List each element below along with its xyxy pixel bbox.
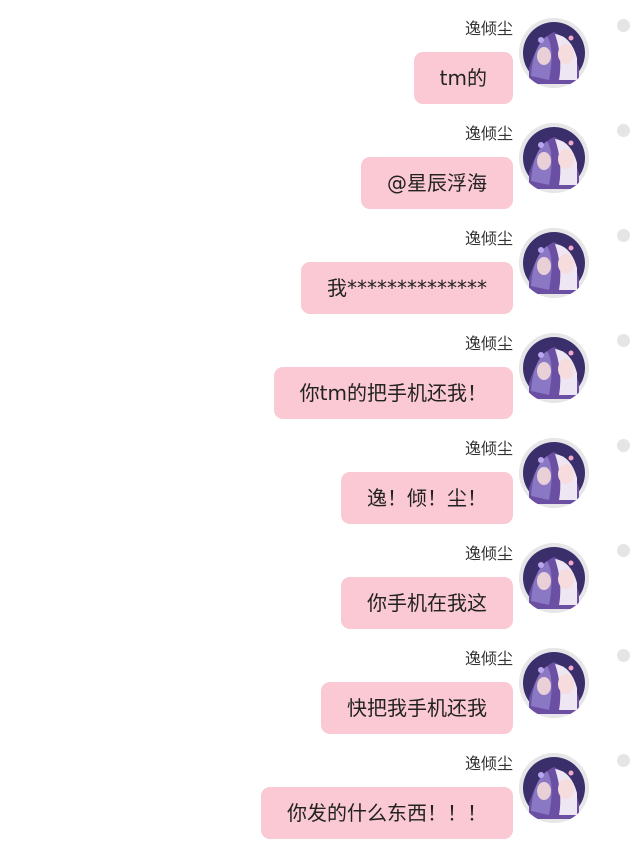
select-checkbox[interactable] xyxy=(617,229,630,242)
anime-avatar-icon[interactable] xyxy=(519,18,589,88)
sender-name: 逸倾尘 xyxy=(464,649,513,668)
chat-message: 逸倾尘 逸！倾！尘！ xyxy=(0,438,640,543)
sender-name: 逸倾尘 xyxy=(464,754,513,773)
sender-name: 逸倾尘 xyxy=(464,334,513,353)
chat-message: 逸倾尘 tm的 xyxy=(0,18,640,123)
select-checkbox[interactable] xyxy=(617,544,630,557)
anime-avatar-icon[interactable] xyxy=(519,228,589,298)
select-checkbox[interactable] xyxy=(617,649,630,662)
sender-name: 逸倾尘 xyxy=(464,229,513,248)
message-bubble[interactable]: 你发的什么东西！！！ xyxy=(261,787,513,839)
sender-name: 逸倾尘 xyxy=(464,544,513,563)
sender-name: 逸倾尘 xyxy=(464,19,513,38)
sender-name: 逸倾尘 xyxy=(464,439,513,458)
anime-avatar-icon[interactable] xyxy=(519,753,589,823)
anime-avatar-icon[interactable] xyxy=(519,123,589,193)
message-bubble[interactable]: 我************** xyxy=(301,262,513,314)
chat-message: 逸倾尘 @星辰浮海 xyxy=(0,123,640,228)
select-checkbox[interactable] xyxy=(617,334,630,347)
message-bubble[interactable]: 快把我手机还我 xyxy=(321,682,513,734)
select-checkbox[interactable] xyxy=(617,19,630,32)
sender-name: 逸倾尘 xyxy=(464,124,513,143)
chat-message: 逸倾尘 我************** xyxy=(0,228,640,333)
select-checkbox[interactable] xyxy=(617,124,630,137)
select-checkbox[interactable] xyxy=(617,754,630,767)
anime-avatar-icon[interactable] xyxy=(519,333,589,403)
anime-avatar-icon[interactable] xyxy=(519,648,589,718)
message-bubble[interactable]: 你tm的把手机还我！ xyxy=(273,367,513,419)
chat-message: 逸倾尘 你tm的把手机还我！ xyxy=(0,333,640,438)
select-checkbox[interactable] xyxy=(617,439,630,452)
message-bubble[interactable]: 逸！倾！尘！ xyxy=(341,472,513,524)
chat-message: 逸倾尘 快把我手机还我 xyxy=(0,648,640,753)
message-bubble[interactable]: tm的 xyxy=(413,52,513,104)
message-bubble[interactable]: 你手机在我这 xyxy=(341,577,513,629)
message-bubble[interactable]: @星辰浮海 xyxy=(361,157,513,209)
anime-avatar-icon[interactable] xyxy=(519,438,589,508)
chat-message: 逸倾尘 你发的什么东西！！！ xyxy=(0,753,640,858)
chat-message: 逸倾尘 你手机在我这 xyxy=(0,543,640,648)
anime-avatar-icon[interactable] xyxy=(519,543,589,613)
